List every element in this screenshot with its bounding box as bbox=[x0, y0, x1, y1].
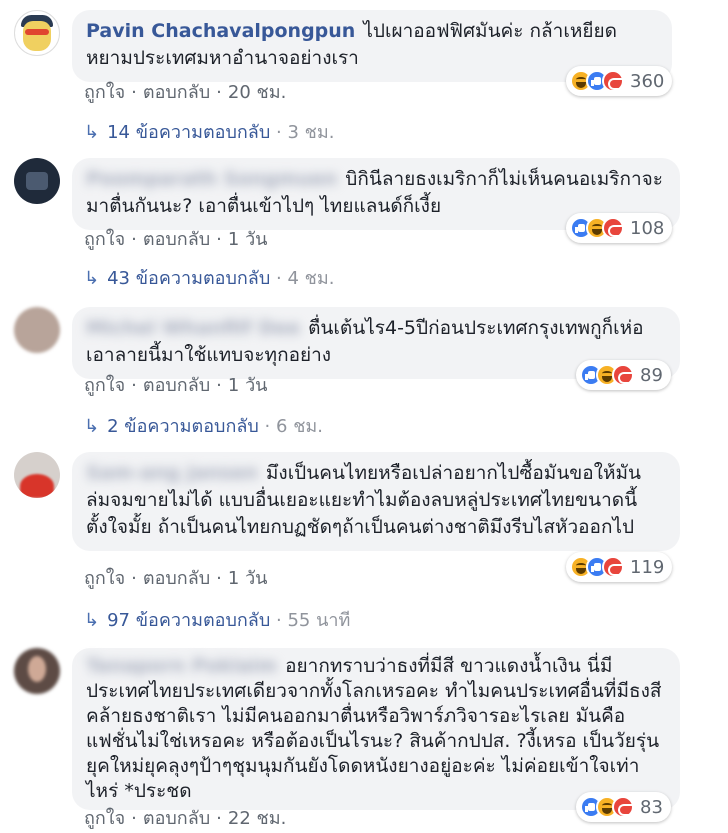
like-button[interactable]: ถูกใจ bbox=[84, 82, 125, 103]
replies-label: ข้อความตอบกลับ bbox=[135, 610, 271, 631]
angry-reaction-icon bbox=[602, 217, 624, 239]
reply-arrow-icon: ↳ bbox=[84, 122, 100, 143]
replies-count: 97 bbox=[107, 610, 130, 631]
reply-button[interactable]: ตอบกลับ bbox=[143, 82, 210, 103]
angry-reaction-icon bbox=[602, 556, 624, 578]
comment-time[interactable]: 1 วัน bbox=[228, 229, 268, 250]
avatar[interactable] bbox=[14, 452, 60, 498]
reply-button[interactable]: ตอบกลับ bbox=[143, 375, 210, 396]
view-replies-link[interactable]: ↳ 14 ข้อความตอบกลับ · 3 ชม. bbox=[84, 122, 334, 144]
comment-time[interactable]: 1 วัน bbox=[228, 568, 268, 589]
replies-time: 3 ชม. bbox=[287, 122, 335, 143]
reply-button[interactable]: ตอบกลับ bbox=[143, 568, 210, 589]
like-button[interactable]: ถูกใจ bbox=[84, 229, 125, 250]
view-replies-link[interactable]: ↳ 43 ข้อความตอบกลับ · 4 ชม. bbox=[84, 268, 334, 290]
reply-arrow-icon: ↳ bbox=[84, 416, 100, 437]
like-button[interactable]: ถูกใจ bbox=[84, 375, 125, 396]
comment-time[interactable]: 20 ชม. bbox=[228, 82, 286, 103]
comment-author[interactable]: Poomparath Songmuen bbox=[86, 168, 337, 190]
like-button[interactable]: ถูกใจ bbox=[84, 568, 125, 589]
reply-arrow-icon: ↳ bbox=[84, 610, 100, 631]
avatar[interactable] bbox=[14, 307, 60, 353]
comment-author[interactable]: Pavin Chachavalpongpun bbox=[86, 20, 355, 42]
angry-reaction-icon bbox=[612, 364, 634, 386]
reactions-summary[interactable]: 108 bbox=[566, 213, 673, 243]
comment-author[interactable]: Sam-ang Jansen bbox=[86, 462, 258, 484]
comment-author[interactable]: Michel Whanfilf Dee bbox=[86, 317, 300, 339]
comment-actions: ถูกใจ · ตอบกลับ · 1 วัน bbox=[84, 568, 268, 589]
avatar[interactable] bbox=[14, 10, 60, 56]
reaction-count: 360 bbox=[630, 70, 665, 92]
replies-time: 55 นาที bbox=[287, 610, 351, 631]
comment-text: อยากทราบว่าธงที่มีสี ขาวแดงน้ำเงิน นี่มี… bbox=[86, 655, 662, 802]
like-button[interactable]: ถูกใจ bbox=[84, 808, 125, 829]
replies-time: 6 ชม. bbox=[276, 416, 323, 437]
comment-time[interactable]: 22 ชม. bbox=[228, 808, 286, 829]
comment-bubble: Sam-ang Jansen มึงเป็นคนไทยหรือเปล่าอยากไ… bbox=[72, 452, 680, 551]
comment-bubble: Tanaporn Poklaim อยากทราบว่าธงที่มีสี ขาว… bbox=[72, 648, 680, 810]
replies-count: 2 bbox=[107, 416, 119, 437]
comment-actions: ถูกใจ · ตอบกลับ · 22 ชม. bbox=[84, 808, 287, 829]
view-replies-link[interactable]: ↳ 97 ข้อความตอบกลับ · 55 นาที bbox=[84, 610, 350, 632]
reactions-summary[interactable]: 360 bbox=[566, 66, 673, 96]
comment-time[interactable]: 1 วัน bbox=[228, 375, 268, 396]
reactions-summary[interactable]: 89 bbox=[576, 360, 671, 390]
replies-count: 43 bbox=[107, 268, 130, 289]
reaction-count: 83 bbox=[640, 796, 663, 818]
reply-button[interactable]: ตอบกลับ bbox=[143, 229, 210, 250]
replies-count: 14 bbox=[107, 122, 130, 143]
replies-label: ข้อความตอบกลับ bbox=[135, 268, 271, 289]
avatar[interactable] bbox=[14, 648, 60, 694]
angry-reaction-icon bbox=[612, 796, 634, 818]
reactions-summary[interactable]: 83 bbox=[576, 792, 671, 822]
reply-arrow-icon: ↳ bbox=[84, 268, 100, 289]
comment-actions: ถูกใจ · ตอบกลับ · 20 ชม. bbox=[84, 82, 287, 103]
angry-reaction-icon bbox=[602, 70, 624, 92]
comment-author[interactable]: Tanaporn Poklaim bbox=[86, 655, 277, 677]
replies-label: ข้อความตอบกลับ bbox=[135, 122, 271, 143]
replies-label: ข้อความตอบกลับ bbox=[124, 416, 259, 437]
reaction-count: 89 bbox=[640, 364, 663, 386]
avatar[interactable] bbox=[14, 158, 60, 204]
reaction-count: 108 bbox=[630, 217, 665, 239]
reaction-count: 119 bbox=[630, 556, 665, 578]
comment-actions: ถูกใจ · ตอบกลับ · 1 วัน bbox=[84, 229, 268, 250]
reactions-summary[interactable]: 119 bbox=[566, 552, 673, 582]
view-replies-link[interactable]: ↳ 2 ข้อความตอบกลับ · 6 ชม. bbox=[84, 416, 323, 438]
reply-button[interactable]: ตอบกลับ bbox=[143, 808, 210, 829]
comment-actions: ถูกใจ · ตอบกลับ · 1 วัน bbox=[84, 375, 268, 396]
replies-time: 4 ชม. bbox=[287, 268, 335, 289]
